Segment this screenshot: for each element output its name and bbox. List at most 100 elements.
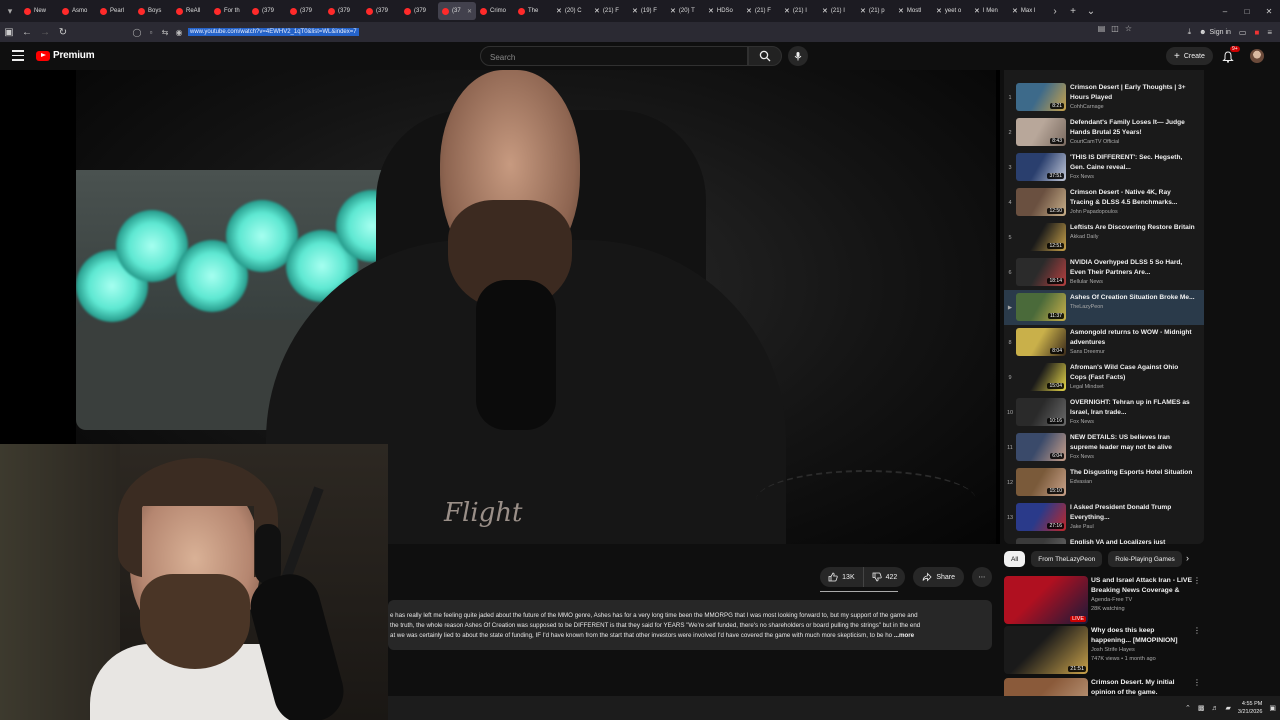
network-icon[interactable]: ▩ bbox=[1198, 704, 1205, 712]
browser-tab[interactable]: ✕ yeet o bbox=[932, 2, 970, 20]
close-tab-icon[interactable]: ✕ bbox=[467, 8, 472, 15]
maximize-icon[interactable]: □ bbox=[1236, 7, 1258, 16]
tab-scroll-right-icon[interactable]: › bbox=[1046, 6, 1064, 17]
filter-chip[interactable]: From TheLazyPeon bbox=[1031, 551, 1103, 567]
playlist-thumbnail[interactable]: 12:51 bbox=[1016, 223, 1066, 251]
notification-center-icon[interactable]: ▣ bbox=[1269, 704, 1276, 712]
playlist-title[interactable]: I Asked President Donald Trump Everythin… bbox=[1070, 503, 1196, 523]
all-tabs-icon[interactable]: ⌄ bbox=[1082, 6, 1100, 17]
recommended-title[interactable]: Crimson Desert. My initial opinion of th… bbox=[1091, 678, 1192, 698]
more-vertical-icon[interactable]: ⋮ bbox=[1192, 626, 1202, 676]
bookmark-star-icon[interactable]: ☆ bbox=[1125, 24, 1132, 33]
recommended-video[interactable]: 21:51 Why does this keep happening... [MM… bbox=[1004, 626, 1204, 676]
user-avatar[interactable] bbox=[1250, 49, 1264, 63]
playlist-channel[interactable]: Akkad Daily bbox=[1070, 234, 1196, 240]
browser-tab[interactable]: (37 ✕ bbox=[438, 2, 476, 20]
playlist-item[interactable]: 8 8:04 Asmongold returns to WOW - Midnight… bbox=[1004, 325, 1204, 360]
playlist-thumbnail[interactable]: 18:14 bbox=[1016, 258, 1066, 286]
sign-in-button[interactable]: ☻ Sign in bbox=[1199, 29, 1231, 36]
playlist-title[interactable]: NEW DETAILS: US believes Iran supreme le… bbox=[1070, 433, 1196, 453]
extensions-icon[interactable]: ▭ bbox=[1239, 28, 1247, 37]
lock-icon[interactable]: ▫ bbox=[146, 28, 156, 37]
playlist-item[interactable]: 1 8:21 Crimson Desert | Early Thoughts | 3… bbox=[1004, 80, 1204, 115]
filter-chip[interactable]: Role-Playing Games bbox=[1108, 551, 1182, 567]
playlist-item[interactable]: 6 18:14 NVIDIA Overhyped DLSS 5 So Hard, E… bbox=[1004, 255, 1204, 290]
playlist-item[interactable]: 11 6:04 NEW DETAILS: US believes Iran supr… bbox=[1004, 430, 1204, 465]
playlist-item[interactable]: 5 12:51 Leftists Are Discovering Restore B… bbox=[1004, 220, 1204, 255]
browser-tab[interactable]: (379 bbox=[286, 2, 324, 20]
url-text[interactable]: www.youtube.com/watch?v=4EWHV2_1qT0&list… bbox=[188, 28, 359, 36]
search-button[interactable] bbox=[748, 46, 782, 66]
playlist-title[interactable]: Leftists Are Discovering Restore Britain bbox=[1070, 223, 1196, 233]
browser-tab[interactable]: The bbox=[514, 2, 552, 20]
recommended-channel[interactable]: Josh Strife Hayes bbox=[1091, 646, 1192, 655]
playlist-item[interactable]: 14 English VA and Localizers just bbox=[1004, 535, 1204, 544]
browser-tab[interactable]: For th bbox=[210, 2, 248, 20]
share-button[interactable]: Share bbox=[913, 567, 964, 587]
sidebar-toggle-icon[interactable]: ▣ bbox=[0, 22, 18, 42]
new-tab-button[interactable]: + bbox=[1064, 6, 1082, 17]
browser-tab[interactable]: (379 bbox=[248, 2, 286, 20]
browser-tab[interactable]: Crimo bbox=[476, 2, 514, 20]
playlist-thumbnail[interactable]: 8:43 bbox=[1016, 118, 1066, 146]
chevron-right-icon[interactable]: › bbox=[1186, 553, 1198, 565]
playlist-thumbnail[interactable]: 15:04 bbox=[1016, 363, 1066, 391]
browser-tab[interactable]: ✕ (20) C bbox=[552, 2, 590, 20]
playlist-channel[interactable]: Fox News bbox=[1070, 174, 1196, 180]
recommended-title[interactable]: US and Israel Attack Iran - LIVE Breakin… bbox=[1091, 576, 1192, 596]
playlist-channel[interactable]: CohhCarnage bbox=[1070, 104, 1196, 110]
recommended-thumbnail[interactable]: 21:51 bbox=[1004, 626, 1088, 674]
clock[interactable]: 4:55 PM 3/21/2026 bbox=[1238, 700, 1262, 716]
tab-list-icon[interactable]: ▾ bbox=[0, 0, 20, 22]
permissions-icon[interactable]: ⇆ bbox=[160, 28, 170, 37]
playlist-channel[interactable]: Legal Mindset bbox=[1070, 384, 1196, 390]
playlist-channel[interactable]: Fox News bbox=[1070, 454, 1196, 460]
voice-search-button[interactable] bbox=[788, 46, 808, 66]
notifications-button[interactable]: 9+ bbox=[1222, 46, 1240, 63]
playlist-thumbnail[interactable]: 10:16 bbox=[1016, 398, 1066, 426]
playlist-item[interactable]: 9 15:04 Afroman's Wild Case Against Ohio C… bbox=[1004, 360, 1204, 395]
playlist-channel[interactable]: CourtCamTV Official bbox=[1070, 139, 1196, 145]
browser-tab[interactable]: ✕ I Men bbox=[970, 2, 1008, 20]
playlist-channel[interactable]: Fox News bbox=[1070, 419, 1196, 425]
playlist-title[interactable]: English VA and Localizers just bbox=[1070, 538, 1196, 544]
filter-chip[interactable]: All bbox=[1004, 551, 1026, 567]
playlist-item[interactable]: ▶ 11:37 Ashes Of Creation Situation Broke … bbox=[1004, 290, 1204, 325]
reader-view-icon[interactable]: ◫ bbox=[1111, 24, 1119, 33]
recommended-video[interactable]: LIVE US and Israel Attack Iran - LIVE Bre… bbox=[1004, 576, 1204, 626]
address-bar[interactable]: ◯ ▫ ⇆ ◉ www.youtube.com/watch?v=4EWHV2_1… bbox=[132, 24, 1132, 40]
volume-icon[interactable]: ♬ bbox=[1212, 705, 1219, 712]
playlist-item[interactable]: 13 27:16 I Asked President Donald Trump Ev… bbox=[1004, 500, 1204, 535]
playlist-thumbnail[interactable]: 37:51 bbox=[1016, 153, 1066, 181]
playlist-item[interactable]: 12 15:10 The Disgusting Esports Hotel Situ… bbox=[1004, 465, 1204, 500]
browser-tab[interactable]: ✕ (21) I bbox=[818, 2, 856, 20]
browser-tab[interactable]: Pearl bbox=[96, 2, 134, 20]
browser-tab[interactable]: ✕ (19) F bbox=[628, 2, 666, 20]
playlist-thumbnail[interactable]: 8:21 bbox=[1016, 83, 1066, 111]
playlist-thumbnail[interactable] bbox=[1016, 538, 1066, 544]
playlist-channel[interactable]: TheLazyPeon bbox=[1070, 304, 1196, 310]
browser-tab[interactable]: Asmo bbox=[58, 2, 96, 20]
playlist-title[interactable]: Crimson Desert - Native 4K, Ray Tracing … bbox=[1070, 188, 1196, 208]
playlist-title[interactable]: Afroman's Wild Case Against Ohio Cops (F… bbox=[1070, 363, 1196, 383]
playlist-item[interactable]: 10 10:16 OVERNIGHT: Tehran up in FLAMES as… bbox=[1004, 395, 1204, 430]
more-actions-button[interactable]: ⋯ bbox=[972, 567, 992, 587]
create-button[interactable]: + Create bbox=[1166, 47, 1213, 65]
browser-tab[interactable]: ✕ (21) F bbox=[590, 2, 628, 20]
playlist-thumbnail[interactable]: 12:50 bbox=[1016, 188, 1066, 216]
browser-tab[interactable]: Boys bbox=[134, 2, 172, 20]
playlist-item[interactable]: 2 8:43 Defendant's Family Loses It— Judge … bbox=[1004, 115, 1204, 150]
video-description[interactable]: e has really left me feeling quite jaded… bbox=[388, 600, 992, 650]
playlist-thumbnail[interactable]: 11:37 bbox=[1016, 293, 1066, 321]
playlist-channel[interactable]: John Papadopoulos bbox=[1070, 209, 1196, 215]
playlist-title[interactable]: OVERNIGHT: Tehran up in FLAMES as Israel… bbox=[1070, 398, 1196, 418]
show-more-link[interactable]: ...more bbox=[894, 632, 914, 639]
playlist-title[interactable]: Ashes Of Creation Situation Broke Me... bbox=[1070, 293, 1196, 303]
browser-tab[interactable]: New bbox=[20, 2, 58, 20]
playlist-title[interactable]: 'THIS IS DIFFERENT': Sec. Hegseth, Gen. … bbox=[1070, 153, 1196, 173]
playlist-channel[interactable]: Sans Dreemur bbox=[1070, 349, 1196, 355]
recommended-title[interactable]: Why does this keep happening... [MMOPINI… bbox=[1091, 626, 1192, 646]
browser-tab[interactable]: (379 bbox=[400, 2, 438, 20]
more-vertical-icon[interactable]: ⋮ bbox=[1192, 576, 1202, 626]
playlist-title[interactable]: NVIDIA Overhyped DLSS 5 So Hard, Even Th… bbox=[1070, 258, 1196, 278]
